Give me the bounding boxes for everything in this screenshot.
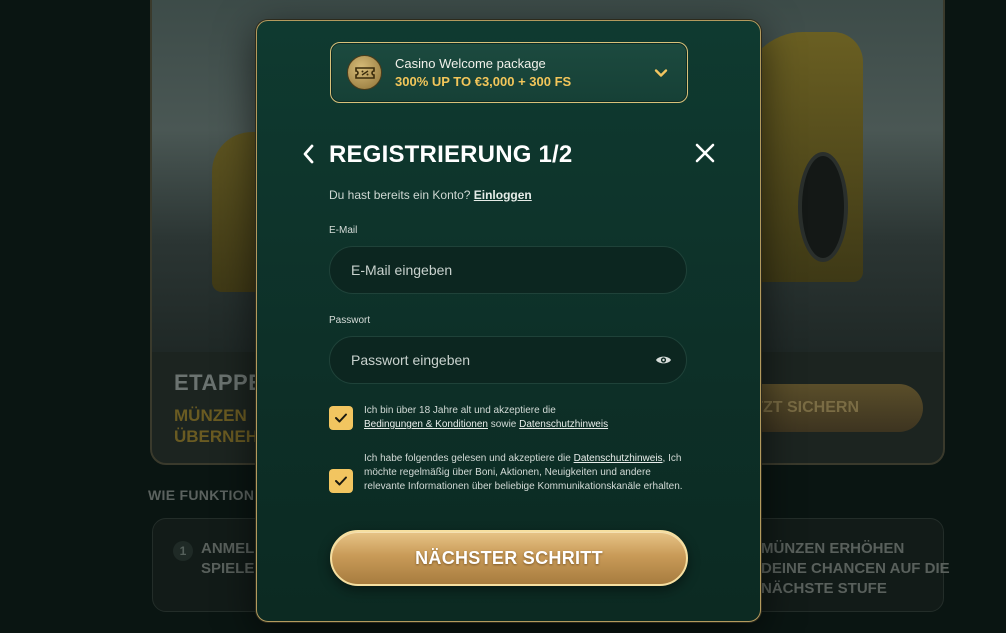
background-car-wheel	[798, 152, 848, 262]
close-icon[interactable]	[694, 142, 716, 169]
privacy-link[interactable]: Datenschutzhinweis	[519, 419, 608, 430]
promo-subtitle: 300% UP TO €3,000 + 300 FS	[395, 74, 572, 89]
privacy-link[interactable]: Datenschutzhinweis	[574, 453, 663, 464]
marketing-consent-checkbox[interactable]	[329, 469, 353, 493]
background-stage-title: ETAPPE	[174, 370, 264, 395]
background-step-card: 1 ANMELDEN SPIELEN	[152, 518, 286, 612]
back-arrow-icon[interactable]	[301, 143, 317, 170]
login-link[interactable]: Einloggen	[474, 188, 532, 202]
eye-icon[interactable]	[655, 353, 672, 372]
age-terms-checkbox[interactable]	[329, 406, 353, 430]
checkmark-icon	[335, 413, 347, 423]
have-account-text: Du hast bereits ein Konto? Einloggen	[329, 188, 532, 202]
consent1-middle: sowie	[490, 419, 517, 430]
have-account-label: Du hast bereits ein Konto?	[329, 188, 471, 202]
password-field-wrapper	[329, 336, 687, 384]
terms-link[interactable]: Bedingungen & Konditionen	[364, 419, 488, 430]
background-step-card: MÜNZEN ERHÖHEN DEINE CHANCEN AUF DIE NÄC…	[740, 518, 950, 612]
password-label: Passwort	[329, 315, 371, 326]
background-step-number: 1	[173, 541, 193, 561]
chevron-down-icon[interactable]	[653, 65, 669, 86]
age-terms-consent-text: Ich bin über 18 Jahre alt und akzeptiere…	[364, 404, 694, 432]
email-field-wrapper	[329, 246, 687, 294]
password-field[interactable]	[351, 352, 641, 368]
page-title: REGISTRIERUNG 1/2	[329, 141, 573, 168]
email-field[interactable]	[351, 262, 641, 278]
email-label: E-Mail	[329, 225, 358, 236]
checkmark-icon	[335, 476, 347, 486]
background-car-right	[743, 32, 863, 282]
marketing-consent-text: Ich habe folgendes gelesen und akzeptier…	[364, 452, 694, 494]
welcome-package-selector[interactable]: Casino Welcome package 300% UP TO €3,000…	[330, 42, 688, 103]
registration-modal: Casino Welcome package 300% UP TO €3,000…	[256, 20, 761, 622]
consent2-prefix: Ich habe folgendes gelesen und akzeptier…	[364, 453, 571, 464]
background-step-text: MÜNZEN ERHÖHEN DEINE CHANCEN AUF DIE NÄC…	[761, 540, 950, 597]
promo-title: Casino Welcome package	[395, 56, 546, 71]
next-step-button[interactable]: NÄCHSTER SCHRITT	[330, 530, 688, 586]
consent1-prefix: Ich bin über 18 Jahre alt und akzeptiere…	[364, 405, 556, 416]
ticket-coin-icon	[347, 55, 382, 90]
